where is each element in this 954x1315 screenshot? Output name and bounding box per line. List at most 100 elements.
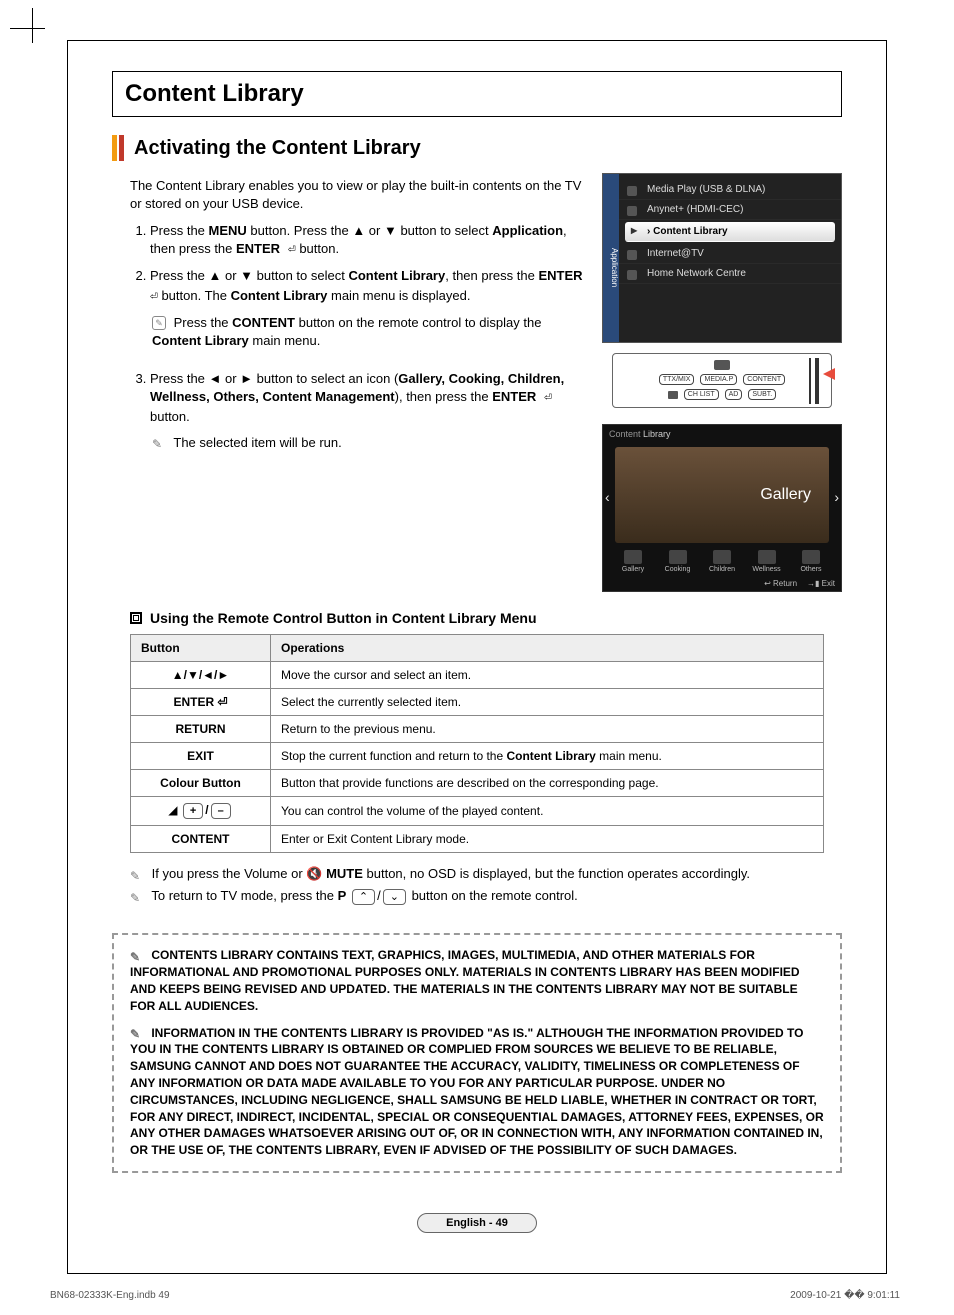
pencil-icon: ✎ [130, 890, 144, 904]
button-cell: CONTENT [131, 826, 271, 853]
exit-hint: →▮ Exit [807, 579, 835, 588]
note-icon: ✎ [152, 316, 166, 330]
step-2: Press the ▲ or ▼ button to select Conten… [150, 267, 584, 305]
note-mute: ✎ If you press the Volume or 🔇 MUTE butt… [130, 865, 842, 883]
step-1: Press the MENU button. Press the ▲ or ▼ … [150, 222, 584, 259]
operation-cell: Button that provide functions are descri… [271, 770, 824, 797]
table-row: CONTENTEnter or Exit Content Library mod… [131, 826, 824, 853]
page-down-icon: ⌄ [383, 889, 406, 905]
remote-button: MEDIA.P [700, 374, 737, 385]
note-content-button: ✎ Press the CONTENT button on the remote… [152, 314, 584, 350]
t: If you press the Volume or [152, 866, 307, 881]
operation-cell: You can control the volume of the played… [271, 797, 824, 826]
operation-cell: Return to the previous menu. [271, 716, 824, 743]
th-operations: Operations [271, 635, 824, 662]
pencil-icon: ✎ [152, 436, 166, 450]
t: main menu. [249, 333, 321, 348]
enter-label: ENTER [538, 268, 582, 283]
note-tv-mode: ✎ To return to TV mode, press the P ⌃/⌄ … [130, 887, 842, 905]
page-up-icon: ⌃ [352, 889, 375, 905]
table-row: EXITStop the current function and return… [131, 743, 824, 770]
section-heading: Activating the Content Library [112, 135, 842, 161]
remote-icon [714, 360, 730, 370]
return-hint: ↩ Return [764, 579, 797, 588]
content-library-preview: Content Content LibraryLibrary Gallery ‹… [602, 424, 842, 592]
p-label: P [338, 888, 347, 903]
preview-icon: Cooking [660, 550, 696, 573]
chevron-right-icon: › [834, 489, 839, 505]
remote-button: TTX/MIX [659, 374, 695, 385]
content-library-label: Content Library [348, 268, 445, 283]
osd-item: Internet@TV [619, 244, 841, 264]
mute-label: 🔇 MUTE [306, 866, 363, 881]
t: , then press the [445, 268, 538, 283]
enter-icon: ⏎ [536, 390, 552, 405]
note-selected-item: ✎ The selected item will be run. [152, 434, 584, 452]
t: main menu is displayed. [327, 288, 470, 303]
pencil-icon: ✎ [130, 868, 144, 882]
osd-menu: Application Media Play (USB & DLNA)Anyne… [602, 173, 842, 343]
preview-icon: Wellness [749, 550, 785, 573]
chevron-left-icon: ‹ [605, 489, 610, 505]
button-cell: RETURN [131, 716, 271, 743]
footer-left: BN68-02333K-Eng.indb 49 [50, 1290, 170, 1301]
t: Press the ◄ or ► button to select an ico… [150, 371, 398, 386]
page-title: Content Library [125, 80, 829, 108]
table-row: Colour ButtonButton that provide functio… [131, 770, 824, 797]
button-cell: EXIT [131, 743, 271, 770]
square-icon [130, 612, 142, 624]
t: button. [296, 241, 339, 256]
page-number: English - 49 [417, 1213, 537, 1233]
t: button. [150, 409, 190, 424]
osd-side-label: Application [603, 174, 619, 342]
button-cell: ▲/▼/◄/► [131, 662, 271, 689]
preview-photo: Gallery [615, 447, 829, 543]
t: button on the remote control to display … [295, 315, 541, 330]
t: Press the [150, 223, 209, 238]
intro-text: The Content Library enables you to view … [130, 177, 584, 212]
button-cell: Colour Button [131, 770, 271, 797]
osd-item: Anynet+ (HDMI-CEC) [619, 200, 841, 220]
content-library-label: Content Library [152, 333, 249, 348]
remote-table: Button Operations ▲/▼/◄/►Move the cursor… [130, 634, 824, 853]
enter-label: ENTER [236, 241, 280, 256]
osd-item: › Content Library [625, 222, 835, 242]
table-row: ▲/▼/◄/►Move the cursor and select an ite… [131, 662, 824, 689]
remote-button: AD [725, 389, 743, 400]
operation-cell: Enter or Exit Content Library mode. [271, 826, 824, 853]
preview-title: Content Content LibraryLibrary [609, 429, 671, 439]
t: button, no OSD is displayed, but the fun… [363, 866, 750, 881]
operation-cell: Select the currently selected item. [271, 689, 824, 716]
remote-button: CONTENT [743, 374, 785, 385]
t: button. The [158, 288, 231, 303]
operation-cell: Move the cursor and select an item. [271, 662, 824, 689]
table-row: RETURNReturn to the previous menu. [131, 716, 824, 743]
t: The selected item will be run. [173, 435, 341, 450]
content-button-label: CONTENT [232, 315, 295, 330]
remote-button: SUBT. [748, 389, 776, 400]
application-label: Application [492, 223, 563, 238]
arrow-icon [823, 368, 835, 380]
th-button: Button [131, 635, 271, 662]
menu-label: MENU [209, 223, 247, 238]
footer-right: 2009-10-21 �� 9:01:11 [790, 1290, 900, 1301]
osd-item: Media Play (USB & DLNA) [619, 180, 841, 200]
button-cell: ENTER ⏎ [131, 689, 271, 716]
button-cell: ◢ +/– [131, 797, 271, 826]
enter-icon: ⏎ [280, 242, 296, 257]
preview-icon: Gallery [615, 550, 651, 573]
t: ), then press the [395, 389, 493, 404]
t: Press the [174, 315, 233, 330]
remote-diagram: TTX/MIX MEDIA.P CONTENT CH LIST AD SUBT. [612, 353, 832, 408]
table-row: ◢ +/–You can control the volume of the p… [131, 797, 824, 826]
legal-notice: ✎ Contents Library contains text, graphi… [112, 933, 842, 1173]
page-title-bar: Content Library [112, 71, 842, 117]
t: button. Press the ▲ or ▼ button to selec… [247, 223, 492, 238]
osd-item: Home Network Centre [619, 264, 841, 284]
remote-button: CH LIST [684, 389, 719, 400]
section-title: Activating the Content Library [134, 137, 421, 160]
preview-icon: Others [793, 550, 829, 573]
content-library-label: Content Library [231, 288, 328, 303]
legal-p2: ✎ Information in the Contents Library is… [130, 1025, 824, 1159]
table-row: ENTER ⏎Select the currently selected ite… [131, 689, 824, 716]
